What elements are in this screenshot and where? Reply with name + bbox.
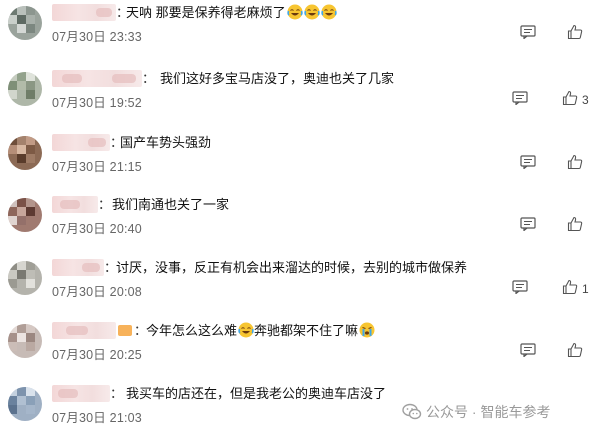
reply-icon[interactable] <box>520 155 536 169</box>
comment-time: 07月30日 20:40 <box>52 222 142 236</box>
watermark-text: 公众号 · 智能车参考 <box>426 404 551 420</box>
username-redacted[interactable] <box>52 70 142 87</box>
username-redacted[interactable] <box>52 196 98 213</box>
comment-item: ： 国产车势头强劲 07月30日 21:15 <box>0 134 600 196</box>
like-icon[interactable] <box>562 90 578 106</box>
avatar[interactable] <box>8 324 42 358</box>
comment-time: 07月30日 19:52 <box>52 96 142 110</box>
avatar[interactable] <box>8 6 42 40</box>
comment-text: 天呐 那要是保养得老麻烦了 <box>126 4 337 21</box>
comment-time: 07月30日 23:33 <box>52 30 142 44</box>
reply-icon[interactable] <box>520 343 536 357</box>
reply-icon[interactable] <box>520 25 536 39</box>
like-icon[interactable] <box>567 216 583 232</box>
like-icon[interactable] <box>567 342 583 358</box>
username-redacted[interactable] <box>52 322 116 339</box>
crying-emoji-icon <box>359 322 375 338</box>
colon: ： <box>142 71 156 86</box>
laughing-crying-emoji-icon <box>320 4 337 20</box>
comment-text: 国产车势头强劲 <box>120 135 212 150</box>
user-badge <box>118 325 132 336</box>
comment-item: ： 天呐 那要是保养得老麻烦了 07月30日 23:33 <box>0 4 600 66</box>
avatar[interactable] <box>8 72 42 106</box>
like-icon[interactable] <box>567 24 583 40</box>
comment-item: ： 今年怎么这么难 奔驰都架不住了嘛 07月30日 20:25 <box>0 322 600 384</box>
watermark: 公众号 · 智能车参考 <box>402 401 550 423</box>
username-redacted[interactable] <box>52 385 110 402</box>
comment-text: 我们南通也关了一家 <box>112 197 230 212</box>
reply-icon[interactable] <box>512 91 528 105</box>
comment-text: 今年怎么这么难 奔驰都架不住了嘛 <box>146 322 375 339</box>
laughing-crying-emoji-icon <box>303 4 320 20</box>
colon: ： <box>98 197 112 212</box>
comment-item: ： 我们南通也关了一家 07月30日 20:40 <box>0 196 600 258</box>
wechat-icon <box>402 403 422 420</box>
comment-item: ： 我们这好多宝马店没了，奥迪也关了几家 07月30日 19:52 3 <box>0 70 600 132</box>
laughing-crying-emoji-icon <box>286 4 303 20</box>
reply-icon[interactable] <box>520 217 536 231</box>
username-redacted[interactable] <box>52 4 116 21</box>
comment-text: 我买车的店还在，但是我老公的奥迪车店没了 <box>126 386 387 401</box>
like-icon[interactable] <box>562 279 578 295</box>
username-redacted[interactable] <box>52 259 104 276</box>
avatar[interactable] <box>8 198 42 232</box>
avatar[interactable] <box>8 136 42 170</box>
colon: ： <box>110 386 124 401</box>
comment-text: 讨厌，没事，反正有机会出来溜达的时候，去别的城市做保养 <box>116 260 468 275</box>
comment-text: 我们这好多宝马店没了，奥迪也关了几家 <box>160 71 395 86</box>
like-icon[interactable] <box>567 154 583 170</box>
like-count: 3 <box>582 93 589 107</box>
laughing-crying-emoji-icon <box>238 322 254 338</box>
comment-time: 07月30日 20:08 <box>52 285 142 299</box>
avatar[interactable] <box>8 387 42 421</box>
comment-time: 07月30日 21:15 <box>52 160 142 174</box>
reply-icon[interactable] <box>512 280 528 294</box>
comment-time: 07月30日 21:03 <box>52 411 142 425</box>
like-count: 1 <box>582 282 589 296</box>
username-redacted[interactable] <box>52 134 110 151</box>
comment-item: ： 讨厌，没事，反正有机会出来溜达的时候，去别的城市做保养 07月30日 20:… <box>0 259 600 321</box>
avatar[interactable] <box>8 261 42 295</box>
comment-time: 07月30日 20:25 <box>52 348 142 362</box>
